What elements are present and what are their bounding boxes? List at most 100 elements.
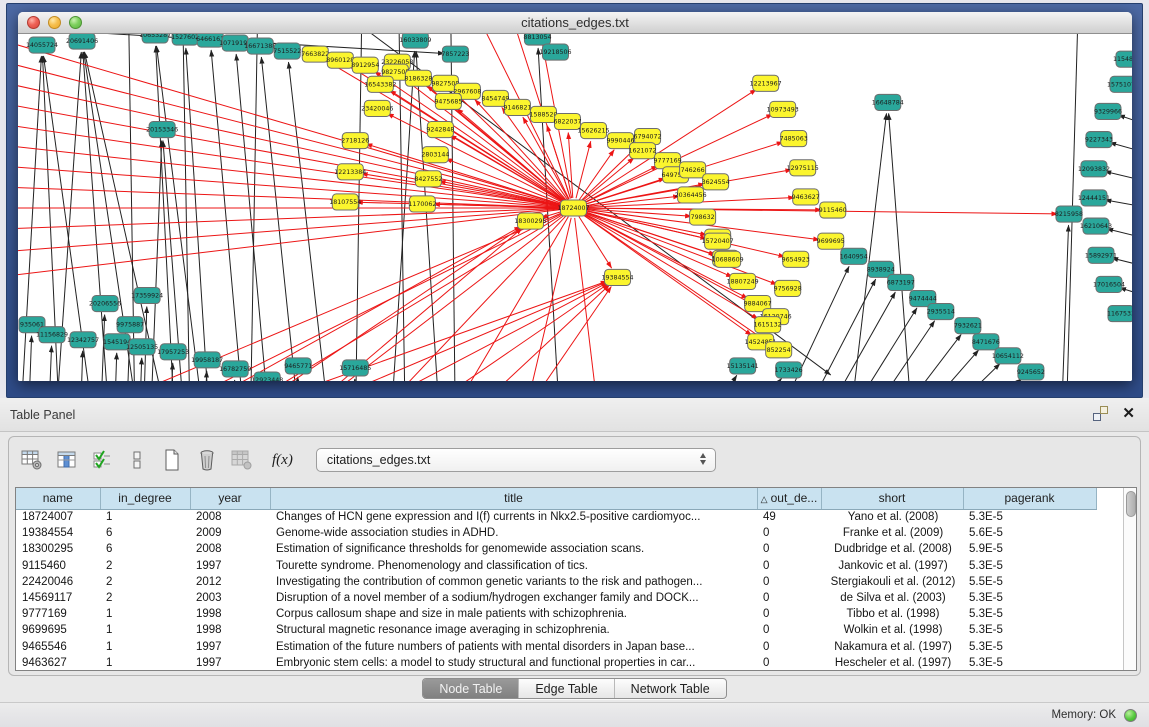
graph-node[interactable]: 852254 [766, 342, 792, 358]
graph-edge[interactable] [839, 308, 917, 381]
graph-node[interactable]: 12342757 [67, 332, 99, 348]
scrollbar-thumb[interactable] [1126, 491, 1136, 517]
graph-node[interactable]: 18724007 [557, 200, 589, 216]
row-height-icon[interactable] [124, 447, 150, 473]
graph-node[interactable]: 8960128 [326, 52, 354, 68]
graph-edge[interactable] [816, 292, 896, 381]
graph-node[interactable]: 2718126 [341, 133, 369, 149]
import-table-icon[interactable] [229, 447, 255, 473]
graph-node[interactable]: 18300295 [514, 213, 546, 229]
table-row[interactable]: 946362711997Embryonic stem cells: a mode… [16, 655, 1123, 671]
graph-edge[interactable] [18, 53, 564, 205]
graph-node[interactable]: 6873197 [887, 274, 915, 290]
graph-node[interactable]: 7515522 [273, 43, 301, 59]
graph-node[interactable]: 12505135 [126, 339, 158, 355]
graph-node[interactable]: 9475685 [434, 93, 462, 109]
graph-node[interactable]: 14055724 [26, 37, 58, 53]
column-header-name[interactable]: name [16, 488, 100, 509]
graph-node[interactable]: 7485063 [780, 131, 808, 147]
graph-edge[interactable] [28, 336, 32, 381]
table-row[interactable]: 2242004622012Investigating the contribut… [16, 574, 1123, 590]
graph-edge[interactable] [288, 62, 330, 381]
graph-node[interactable]: 746266 [680, 162, 706, 178]
table-row[interactable]: 1456911722003Disruption of a novel membe… [16, 590, 1123, 606]
graph-node[interactable]: 9463627 [792, 189, 820, 205]
column-header-out_de[interactable]: △out_de... [757, 488, 821, 509]
graph-node[interactable]: 10688609 [712, 251, 744, 267]
graph-edge[interactable] [18, 164, 564, 208]
graph-node[interactable]: 18807249 [727, 273, 759, 289]
graph-node[interactable]: 8471676 [972, 334, 1000, 350]
graph-edge[interactable] [18, 142, 564, 207]
graph-node[interactable]: 15626215 [577, 123, 609, 139]
graph-node[interactable]: 8215958 [1055, 206, 1083, 222]
graph-node[interactable]: 8912954 [351, 57, 379, 73]
graph-node[interactable]: 9115460 [819, 202, 847, 218]
graph-edge[interactable] [1105, 171, 1132, 185]
graph-node[interactable]: 1615132 [754, 317, 782, 333]
network-graph[interactable]: 1872400776638228960128891295423226058982… [18, 34, 1132, 381]
table-mode-icon[interactable] [19, 447, 45, 473]
graph-node[interactable]: 9699695 [817, 233, 845, 249]
graph-edge[interactable] [1112, 258, 1132, 270]
graph-node[interactable]: 15892971 [1085, 247, 1117, 263]
function-builder-icon[interactable]: f(x) [272, 452, 293, 469]
tab-node-table[interactable]: Node Table [423, 679, 519, 698]
graph-node[interactable]: 20206556 [89, 296, 121, 312]
graph-edge[interactable] [215, 227, 521, 381]
column-header-title[interactable]: title [270, 488, 757, 509]
network-window-titlebar[interactable]: citations_edges.txt [18, 12, 1132, 34]
graph-node[interactable]: 9245652 [1017, 364, 1045, 380]
graph-edge[interactable] [859, 321, 935, 381]
column-header-in_degree[interactable]: in_degree [100, 488, 190, 509]
graph-node[interactable]: 23420046 [361, 100, 393, 116]
graph-node[interactable]: 8186328 [404, 70, 432, 86]
graph-node[interactable]: 12213384 [334, 164, 366, 180]
graph-edge[interactable] [40, 212, 564, 381]
graph-node[interactable]: 1167533 [1107, 306, 1132, 322]
graph-node[interactable]: 9465771 [284, 358, 312, 374]
new-column-icon[interactable] [159, 447, 185, 473]
graph-node[interactable]: 15720407 [702, 233, 734, 249]
graph-edge[interactable] [80, 351, 83, 381]
graph-node[interactable]: 15716485 [339, 360, 371, 376]
graph-edge[interactable] [1110, 143, 1132, 157]
graph-edge[interactable] [886, 334, 961, 381]
graph-node[interactable]: 9329966 [1094, 103, 1122, 119]
graph-node[interactable]: 11548498 [1113, 51, 1132, 67]
graph-node[interactable]: 8813054 [523, 34, 551, 45]
float-panel-icon[interactable] [1093, 406, 1108, 421]
graph-node[interactable]: 2935514 [927, 304, 955, 320]
graph-node[interactable]: 1170062 [408, 196, 436, 212]
graph-node[interactable]: 7663822 [301, 46, 329, 62]
graph-node[interactable]: 19218506 [539, 44, 571, 60]
graph-node[interactable]: 20153346 [146, 122, 178, 138]
graph-edge[interactable] [581, 158, 634, 202]
graph-node[interactable]: 12093832 [1078, 161, 1110, 177]
graph-node[interactable]: 7932621 [954, 318, 982, 334]
graph-node[interactable]: 17957253 [157, 344, 189, 360]
graph-node[interactable]: 1621072 [629, 143, 657, 159]
graph-node[interactable]: 2803144 [421, 147, 449, 163]
graph-node[interactable]: 20364456 [675, 187, 707, 203]
graph-node[interactable]: 12923448 [251, 372, 283, 381]
graph-edge[interactable] [583, 209, 691, 217]
graph-edge[interactable] [232, 380, 234, 381]
graph-edge[interactable] [236, 54, 270, 381]
graph-node[interactable]: 1733426 [775, 362, 803, 378]
graph-node[interactable]: 16782759 [219, 361, 251, 377]
graph-node[interactable]: 15751074 [1107, 76, 1132, 92]
column-header-year[interactable]: year [190, 488, 270, 509]
graph-node[interactable]: 12444151 [1078, 190, 1110, 206]
graph-node[interactable]: 16543382 [364, 76, 396, 92]
graph-node[interactable]: 16671388 [244, 38, 276, 54]
graph-edge[interactable] [48, 346, 52, 381]
graph-edge[interactable] [579, 216, 612, 268]
memory-status-icon[interactable] [1124, 709, 1137, 722]
graph-edge[interactable] [1061, 225, 1069, 381]
graph-node[interactable]: 16210643 [1080, 218, 1112, 234]
table-row[interactable]: 946554611997Estimation of the future num… [16, 639, 1123, 655]
graph-edge[interactable] [575, 218, 601, 381]
graph-node[interactable]: 3624554 [702, 174, 730, 190]
graph-edge[interactable] [576, 141, 591, 198]
